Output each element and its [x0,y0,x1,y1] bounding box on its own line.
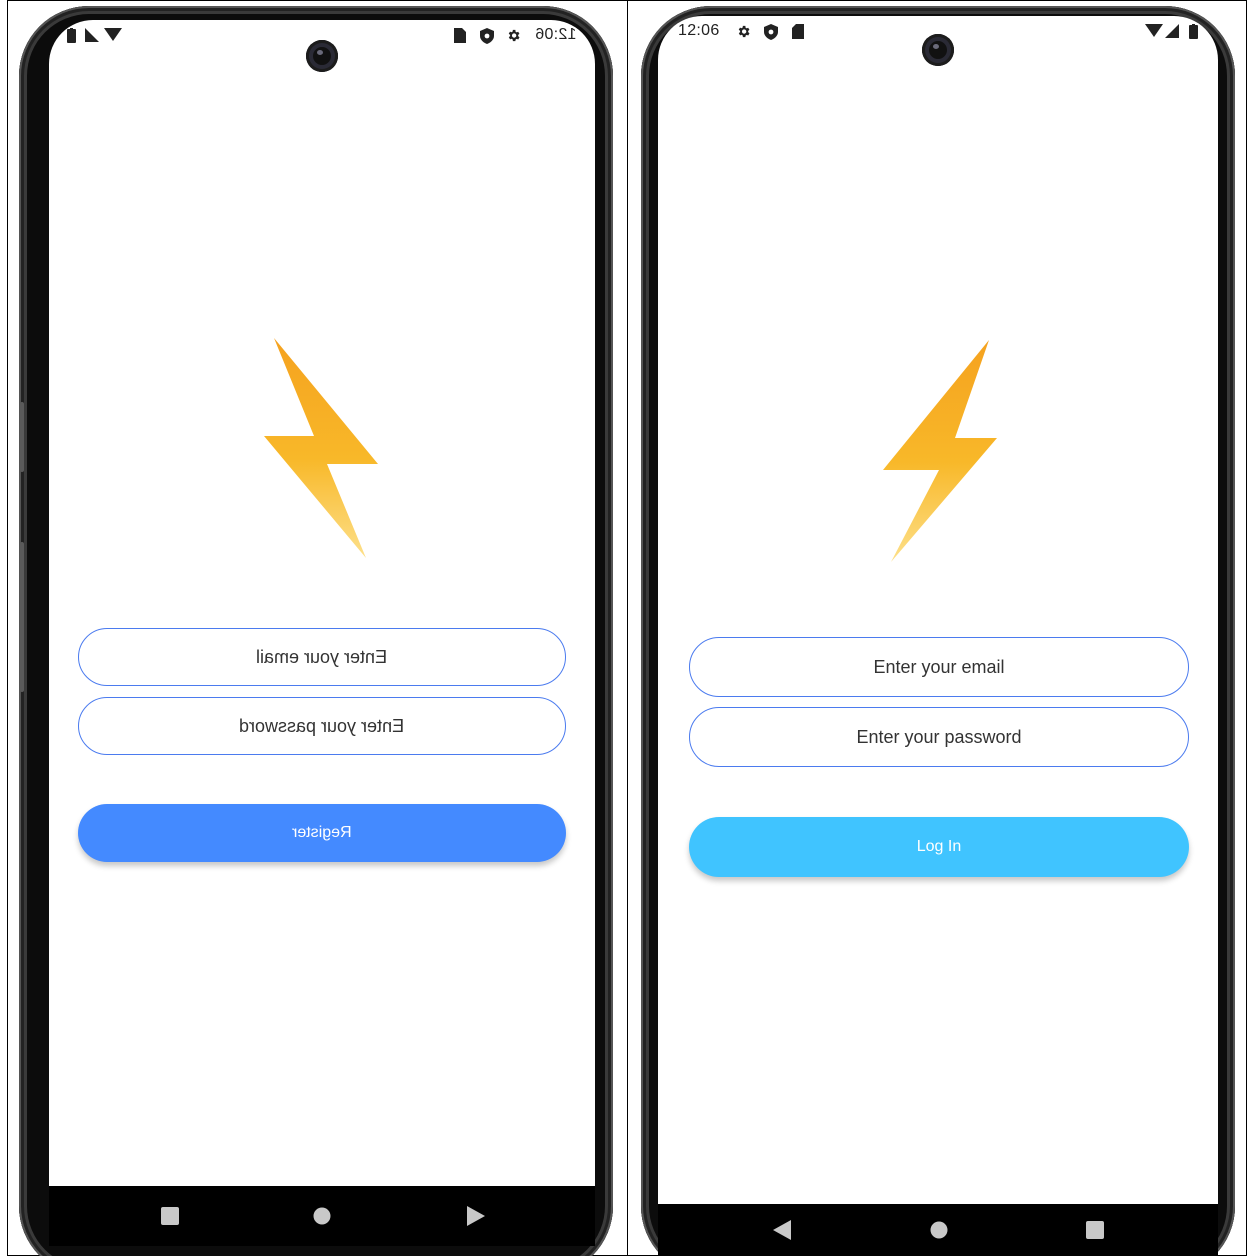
wifi-icon [104,28,122,41]
email-field[interactable]: Enter your email [689,637,1189,697]
nav-bar [658,1204,1218,1256]
power-button [20,542,24,692]
email-field[interactable]: Enter your email [78,628,566,686]
home-icon[interactable] [313,1207,331,1225]
recents-icon[interactable] [161,1207,179,1225]
lightning-bolt-icon [264,338,378,558]
signal-icon [1165,24,1179,38]
sd-card-icon [454,28,466,43]
register-button[interactable]: Register [78,804,566,862]
gear-icon [508,29,520,42]
login-screen-panel: 12:06 Enter your email Enter your passwo… [631,2,1245,1256]
sd-card-icon [792,24,804,39]
nav-bar [49,1186,595,1246]
wifi-icon [1145,24,1163,37]
table-divider [627,0,628,1256]
recents-icon[interactable] [1086,1221,1104,1239]
phone-screen: 12:06 Enter your email Enter your passwo… [49,20,595,1186]
shield-icon [764,24,778,40]
password-field[interactable]: Enter your password [689,707,1189,767]
back-icon[interactable] [467,1206,485,1226]
back-icon[interactable] [773,1220,791,1240]
battery-icon [67,28,76,43]
lightning-bolt-icon [883,340,997,562]
login-button[interactable]: Log In [689,817,1189,877]
battery-icon [1189,24,1198,39]
password-field[interactable]: Enter your password [78,697,566,755]
signal-icon [85,28,99,42]
status-time: 12:06 [535,26,577,43]
status-time: 12:06 [678,22,720,39]
front-camera [922,34,954,66]
volume-button [20,402,24,472]
front-camera [306,40,338,72]
home-icon[interactable] [930,1221,948,1239]
shield-icon [480,28,494,44]
gear-icon [738,25,750,38]
register-screen-panel: 12:06 Enter your email Enter your passwo… [9,2,623,1256]
phone-screen: 12:06 Enter your email Enter your passwo… [658,16,1218,1204]
